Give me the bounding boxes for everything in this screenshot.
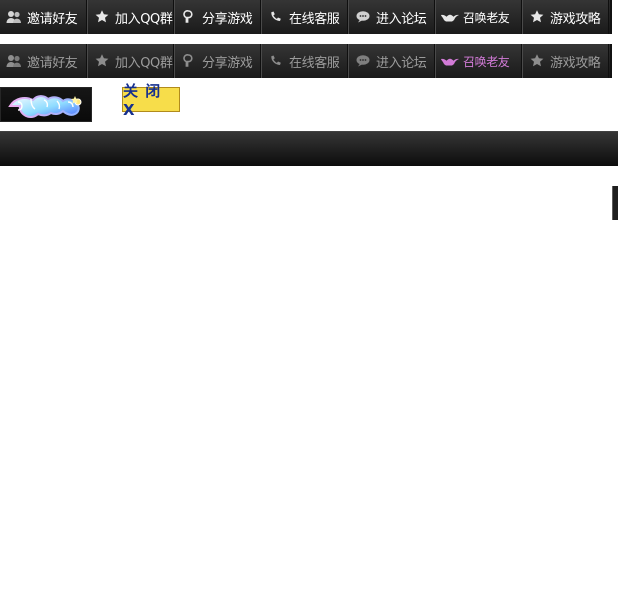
star-icon xyxy=(528,52,546,70)
star-icon xyxy=(93,8,111,26)
secondary-join-qq-group-button[interactable]: 加入QQ群 xyxy=(87,44,174,78)
secondary-online-service-button[interactable]: 在线客服 xyxy=(261,44,348,78)
side-handle[interactable] xyxy=(612,186,618,220)
share-game-label: 分享游戏 xyxy=(202,11,253,27)
dark-banner-bar xyxy=(0,131,618,166)
secondary-game-guide-label: 游戏攻略 xyxy=(550,55,601,71)
summon-friends-button[interactable]: 召唤老友 xyxy=(435,0,522,34)
secondary-nav-bar: 邀请好友 加入QQ群 分享游戏 在线客服 进入论坛 召唤老友 游戏攻略 xyxy=(0,44,612,78)
game-guide-button[interactable]: 游戏攻略 xyxy=(522,0,609,34)
pin-icon xyxy=(180,52,198,70)
secondary-game-guide-button[interactable]: 游戏攻略 xyxy=(522,44,609,78)
phone-icon xyxy=(267,8,285,26)
join-qq-group-button[interactable]: 加入QQ群 xyxy=(87,0,174,34)
secondary-enter-forum-label: 进入论坛 xyxy=(376,55,427,71)
star-icon xyxy=(93,52,111,70)
online-service-label: 在线客服 xyxy=(289,11,340,27)
game-guide-label: 游戏攻略 xyxy=(550,11,601,27)
star-icon xyxy=(528,8,546,26)
enter-forum-button[interactable]: 进入论坛 xyxy=(348,0,435,34)
wing-icon xyxy=(441,8,459,26)
invite-friends-button[interactable]: 邀请好友 xyxy=(0,0,87,34)
secondary-summon-friends-label: 召唤老友 xyxy=(463,54,510,69)
primary-nav-bar: 邀请好友 加入QQ群 分享游戏 在线客服 进入论坛 召唤老友 游戏攻略 xyxy=(0,0,612,34)
friends-icon xyxy=(5,52,23,70)
secondary-online-service-label: 在线客服 xyxy=(289,55,340,71)
friends-icon xyxy=(5,8,23,26)
secondary-invite-friends-button[interactable]: 邀请好友 xyxy=(0,44,87,78)
enter-forum-label: 进入论坛 xyxy=(376,11,427,27)
online-service-button[interactable]: 在线客服 xyxy=(261,0,348,34)
secondary-join-qq-group-label: 加入QQ群 xyxy=(115,55,173,71)
secondary-summon-friends-button[interactable]: 召唤老友 xyxy=(435,44,522,78)
chat-bubble-icon xyxy=(354,8,372,26)
secondary-share-game-label: 分享游戏 xyxy=(202,55,253,71)
summon-friends-label: 召唤老友 xyxy=(463,10,510,25)
secondary-invite-friends-label: 邀请好友 xyxy=(27,55,78,71)
wing-icon xyxy=(441,52,459,70)
phone-icon xyxy=(267,52,285,70)
secondary-enter-forum-button[interactable]: 进入论坛 xyxy=(348,44,435,78)
invite-friends-label: 邀请好友 xyxy=(27,11,78,27)
secondary-share-game-button[interactable]: 分享游戏 xyxy=(174,44,261,78)
join-qq-group-label: 加入QQ群 xyxy=(115,11,173,27)
chat-bubble-icon xyxy=(354,52,372,70)
close-button[interactable]: 关 闭 X xyxy=(122,82,180,119)
pin-icon xyxy=(180,8,198,26)
share-game-button[interactable]: 分享游戏 xyxy=(174,0,261,34)
game-logo xyxy=(0,87,92,122)
